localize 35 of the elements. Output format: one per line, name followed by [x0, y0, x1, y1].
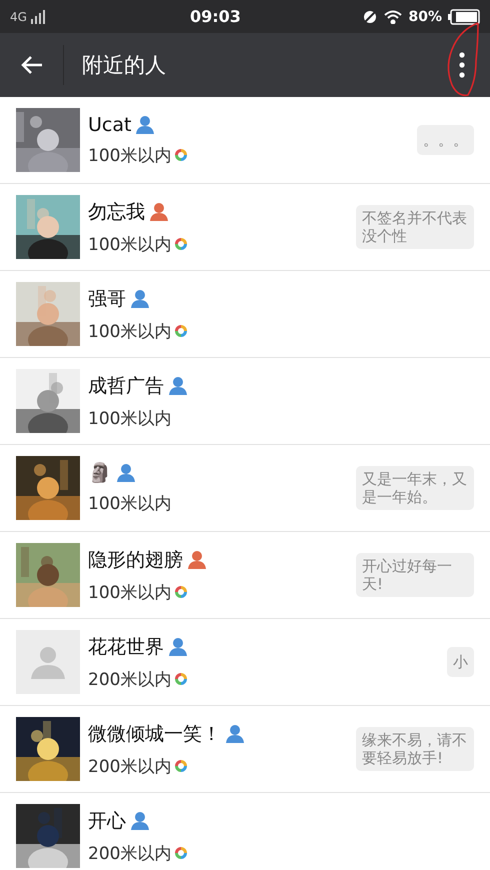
person-name: 微微倾城一笑！ [88, 722, 221, 746]
status-time: 09:03 [190, 7, 242, 26]
signature-bubble: 小 [447, 647, 474, 677]
signature-bubble: 缘来不易，请不要轻易放手! [356, 727, 474, 771]
distance-label: 100米以内 [88, 320, 172, 342]
distance-label: 100米以内 [88, 408, 172, 430]
distance-label: 200米以内 [88, 668, 172, 690]
person-name: 成哲广告 [88, 374, 164, 398]
person-name: 隐形的翅膀 [88, 548, 183, 572]
signature-bubble: 。。。 [417, 125, 474, 155]
distance-label: 100米以内 [88, 493, 172, 515]
person-name: Ucat [88, 114, 132, 136]
more-dots-icon [459, 52, 465, 78]
signature-bubble: 不签名并不代表没个性 [356, 205, 474, 249]
person-name: 花花世界 [88, 634, 164, 660]
signature-bubble: 又是一年末，又是一年始。 [356, 466, 474, 510]
rotation-lock-icon [362, 8, 378, 24]
page-title: 附近的人 [82, 52, 167, 79]
signature-bubble: 开心过好每一天! [356, 553, 474, 597]
network-type: 4G [10, 10, 27, 24]
back-arrow-icon [20, 55, 44, 75]
person-name: 开心 [88, 808, 126, 834]
person-name: 勿忘我 [88, 200, 145, 224]
battery-percent: 80% [408, 8, 442, 24]
person-name: 🗿 [88, 461, 112, 484]
distance-label: 100米以内 [88, 582, 172, 604]
distance-label: 100米以内 [88, 144, 172, 166]
signal-icon [30, 10, 47, 24]
distance-label: 200米以内 [88, 756, 172, 778]
person-silhouette-icon [31, 645, 65, 679]
person-name: 强哥 [88, 286, 126, 312]
wifi-icon [384, 10, 402, 24]
distance-label: 100米以内 [88, 234, 172, 256]
distance-label: 200米以内 [88, 842, 172, 864]
battery-icon [448, 8, 480, 24]
